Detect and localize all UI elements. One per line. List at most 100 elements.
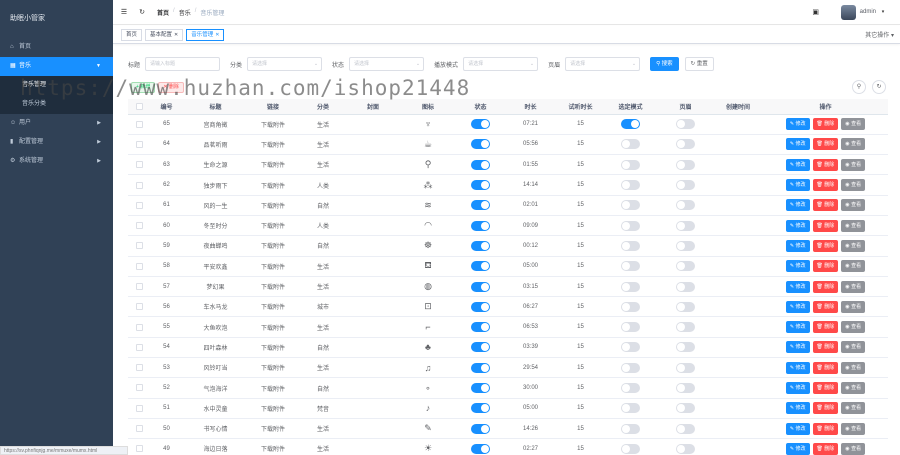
cell-link[interactable]: 下载附件 (248, 154, 298, 176)
status-switch[interactable] (471, 342, 490, 353)
status-switch[interactable] (471, 139, 490, 150)
row-checkbox[interactable] (135, 404, 143, 412)
mode-switch[interactable] (621, 383, 640, 393)
delete-row-button[interactable]: 🗑 删除 (812, 341, 839, 354)
tags-more-dropdown[interactable]: 其它操作 ▾ (865, 30, 894, 39)
select-all-checkbox[interactable] (135, 102, 143, 110)
view-button[interactable]: ◉ 查看 (841, 382, 866, 394)
mode-switch[interactable] (621, 261, 640, 272)
row-checkbox[interactable] (135, 282, 143, 290)
view-button[interactable]: ◉ 查看 (841, 300, 866, 313)
row-checkbox[interactable] (135, 201, 143, 209)
row-checkbox[interactable] (135, 323, 143, 331)
mode-switch[interactable] (621, 220, 640, 231)
sidebar-item-system[interactable]: ⚙ 系统管理 ▶ (0, 152, 113, 171)
delete-row-button[interactable]: 🗑 删除 (812, 422, 839, 435)
view-button[interactable]: ◉ 查看 (841, 341, 866, 354)
delete-row-button[interactable]: 🗑 删除 (812, 321, 839, 334)
cell-link[interactable]: 下载附件 (248, 134, 298, 156)
delete-row-button[interactable]: 🗑 删除 (812, 300, 839, 313)
row-select[interactable] (128, 337, 150, 359)
view-button[interactable]: ◉ 查看 (841, 321, 866, 334)
view-button[interactable]: ◉ 查看 (841, 361, 866, 374)
edit-button[interactable]: ✎ 修改 (785, 402, 810, 415)
row-checkbox[interactable] (135, 140, 143, 148)
delete-row-button[interactable]: 🗑 删除 (812, 382, 839, 394)
edit-button[interactable]: ✎ 修改 (785, 361, 810, 374)
mode-switch[interactable] (621, 180, 640, 191)
mode-switch[interactable] (621, 301, 640, 312)
status-switch[interactable] (471, 180, 490, 191)
search-toggle-button[interactable]: ⚲ (852, 80, 866, 94)
status-switch[interactable] (471, 383, 490, 393)
delete-row-button[interactable]: 🗑 删除 (812, 442, 839, 455)
header-switch[interactable] (676, 281, 695, 292)
edit-button[interactable]: ✎ 修改 (785, 118, 810, 131)
status-switch[interactable] (471, 200, 490, 211)
status-switch[interactable] (471, 261, 490, 272)
cell-link[interactable]: 下载附件 (248, 256, 298, 277)
cell-link[interactable]: 下载附件 (248, 215, 298, 237)
row-select[interactable] (128, 134, 150, 156)
header-switch[interactable] (676, 200, 695, 211)
header-switch[interactable] (676, 220, 695, 231)
row-select[interactable] (128, 316, 150, 338)
row-select[interactable] (128, 215, 150, 237)
row-select[interactable] (128, 235, 150, 257)
row-checkbox[interactable] (135, 222, 143, 230)
edit-button[interactable]: ✎ 修改 (785, 199, 810, 212)
row-checkbox[interactable] (135, 161, 143, 169)
tag-basic-config[interactable]: 基本配置 ✕ (145, 28, 184, 41)
delete-row-button[interactable]: 🗑 删除 (812, 179, 839, 192)
row-select[interactable] (128, 357, 150, 379)
edit-button[interactable]: ✎ 修改 (785, 422, 810, 435)
cell-link[interactable]: 下载附件 (248, 337, 298, 359)
row-checkbox[interactable] (135, 181, 143, 189)
delete-row-button[interactable]: 🗑 删除 (812, 138, 839, 151)
refresh-button[interactable]: ↻ (872, 80, 886, 94)
edit-button[interactable]: ✎ 修改 (785, 382, 810, 394)
reset-button[interactable]: ↻ 重置 (684, 57, 714, 71)
edit-button[interactable]: ✎ 修改 (785, 158, 810, 171)
header-switch[interactable] (676, 119, 695, 130)
row-select[interactable] (128, 256, 150, 277)
mode-switch[interactable] (621, 322, 640, 333)
header-switch[interactable] (676, 180, 695, 191)
delete-row-button[interactable]: 🗑 删除 (812, 199, 839, 212)
status-switch[interactable] (471, 240, 490, 251)
mode-switch[interactable] (621, 423, 640, 434)
edit-button[interactable]: ✎ 修改 (785, 179, 810, 192)
edit-button[interactable]: ✎ 修改 (785, 321, 810, 334)
row-checkbox[interactable] (135, 425, 143, 433)
status-switch[interactable] (471, 281, 490, 292)
mode-switch[interactable] (621, 159, 640, 170)
row-checkbox[interactable] (135, 343, 143, 351)
view-button[interactable]: ◉ 查看 (841, 280, 866, 293)
row-select[interactable] (128, 377, 150, 399)
header-switch[interactable] (676, 159, 695, 170)
delete-row-button[interactable]: 🗑 删除 (812, 118, 839, 131)
avatar[interactable] (840, 4, 856, 20)
status-switch[interactable] (471, 443, 490, 454)
header-switch[interactable] (676, 423, 695, 434)
status-switch[interactable] (471, 403, 490, 414)
view-button[interactable]: ◉ 查看 (841, 158, 866, 171)
view-button[interactable]: ◉ 查看 (841, 179, 866, 192)
edit-button[interactable]: ✎ 修改 (785, 442, 810, 455)
cell-link[interactable]: 下载附件 (248, 296, 298, 318)
row-select[interactable] (128, 276, 150, 298)
row-select[interactable] (128, 398, 150, 419)
view-button[interactable]: ◉ 查看 (841, 442, 866, 455)
delete-row-button[interactable]: 🗑 删除 (812, 239, 839, 252)
cell-link[interactable]: 下载附件 (248, 114, 298, 135)
delete-row-button[interactable]: 🗑 删除 (812, 361, 839, 374)
row-select[interactable] (128, 195, 150, 216)
cell-link[interactable]: 下载附件 (248, 418, 298, 440)
table-header-select[interactable] (128, 99, 150, 115)
cell-link[interactable]: 下载附件 (248, 174, 298, 196)
tag-music-manage[interactable]: 音乐管理 ✕ (186, 28, 225, 41)
mode-switch[interactable] (621, 200, 640, 211)
row-checkbox[interactable] (135, 364, 143, 372)
edit-button[interactable]: ✎ 修改 (785, 219, 810, 232)
sidebar-item-home[interactable]: ⌂ 首页 (0, 38, 113, 57)
